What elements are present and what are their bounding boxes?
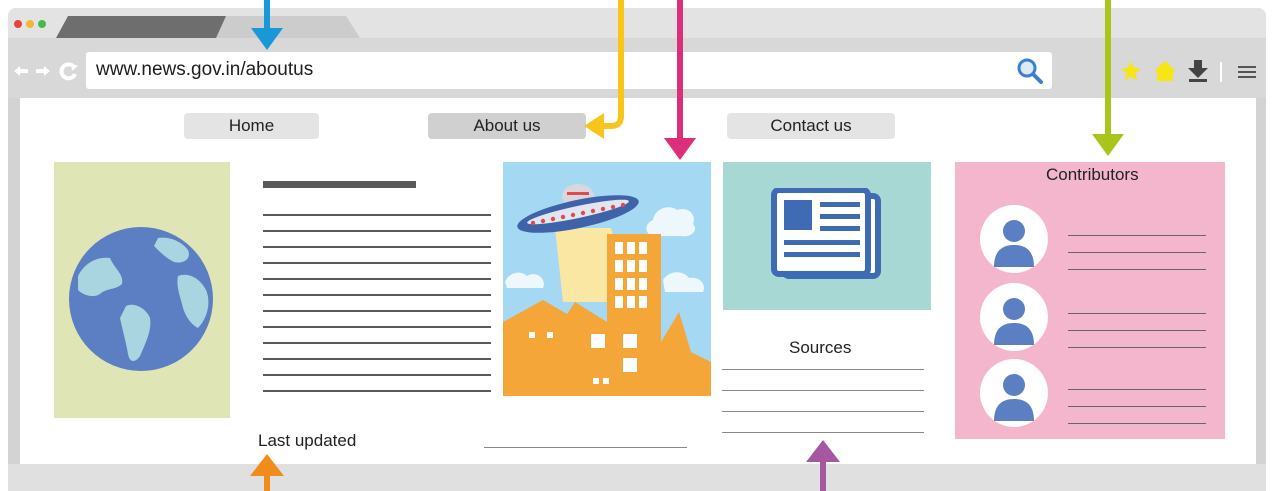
annotation-arrows — [250, 0, 1124, 491]
illustration-callout-arrow — [664, 0, 696, 160]
about-callout-arrow — [584, 0, 624, 139]
last-updated-callout-arrow — [250, 454, 284, 491]
sources-callout-arrow — [806, 440, 840, 491]
contributors-callout-arrow — [1092, 0, 1124, 156]
url-callout-arrow — [251, 0, 283, 50]
